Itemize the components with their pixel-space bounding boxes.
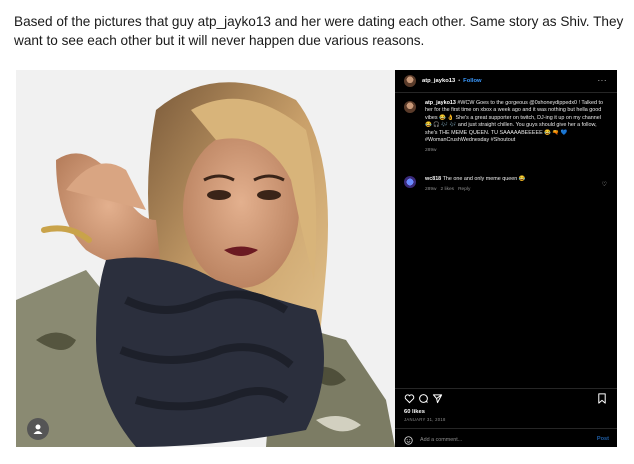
add-comment-bar: Add a comment... Post [404, 435, 609, 445]
comment-input[interactable]: Add a comment... [420, 437, 462, 443]
share-icon[interactable] [432, 393, 443, 404]
comment-like-icon[interactable]: ♡ [602, 181, 607, 188]
comment-author[interactable]: wc818 [425, 176, 441, 182]
likes-count[interactable]: 60 likes [404, 409, 425, 415]
instagram-panel: atp_jayko13 • Follow ··· atp_jayko13 #WC… [395, 70, 617, 447]
post-date: JANUARY 31, 2018 [404, 417, 446, 422]
avatar[interactable] [404, 101, 416, 113]
reply-button[interactable]: Reply [458, 187, 470, 192]
divider [395, 92, 617, 93]
post-text: #WCW Goes to the gorgeous @0shoneydipped… [425, 100, 603, 144]
comment-item: wc818 The one and only meme queen 😂 289w… [404, 176, 609, 194]
more-options-icon[interactable]: ··· [598, 76, 608, 85]
heart-icon[interactable] [404, 393, 415, 404]
bookmark-icon[interactable] [597, 393, 607, 404]
avatar[interactable] [404, 75, 416, 87]
post-photo [16, 70, 395, 447]
follow-button[interactable]: Follow [463, 78, 481, 84]
comment-age: 289w [425, 187, 437, 193]
avatar[interactable] [404, 176, 416, 188]
caption-text: Based of the pictures that guy atp_jayko… [14, 14, 624, 48]
comment-likes[interactable]: 2 likes [440, 187, 454, 192]
comment-icon[interactable] [418, 393, 429, 404]
post-header: atp_jayko13 • Follow ··· [395, 70, 617, 92]
header-username[interactable]: atp_jayko13 [422, 78, 455, 84]
profile-icon[interactable] [27, 418, 49, 440]
action-bar [404, 393, 609, 405]
divider [395, 428, 617, 429]
separator-dot: • [458, 78, 461, 84]
post-author[interactable]: atp_jayko13 [425, 100, 456, 106]
post-age: 289w [425, 148, 437, 154]
emoji-icon[interactable] [404, 435, 413, 445]
divider [395, 388, 617, 389]
comment-text: The one and only meme queen 😂 [442, 176, 526, 182]
post-button[interactable]: Post [597, 436, 609, 442]
post-caption: atp_jayko13 #WCW Goes to the gorgeous @0… [404, 100, 609, 155]
